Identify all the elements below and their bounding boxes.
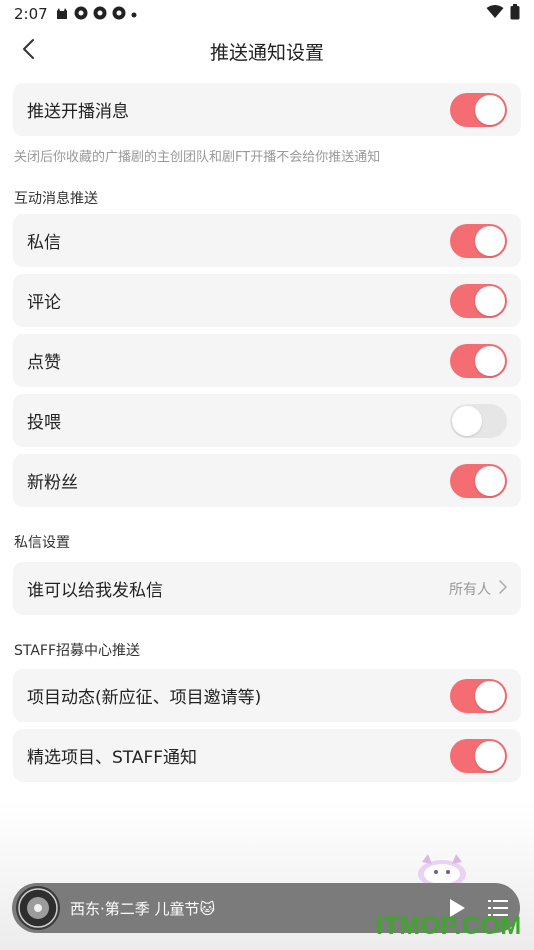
staff-label-featured: 精选项目、STAFF通知 (27, 748, 198, 768)
project-updates-toggle[interactable] (450, 678, 507, 713)
album-disc-icon[interactable] (16, 886, 60, 930)
feed-toggle[interactable] (450, 403, 507, 438)
toggle-knob (475, 465, 505, 496)
interaction-row-comment: 评论 (13, 274, 521, 327)
staff-label-project-updates: 项目动态(新应征、项目邀请等) (27, 688, 262, 708)
interaction-label-new-fans: 新粉丝 (27, 473, 78, 493)
toggle-knob (475, 345, 505, 376)
interaction-label-comment: 评论 (27, 293, 61, 313)
chevron-right-icon (499, 579, 507, 598)
camera-shutter-icon (112, 6, 126, 23)
cat-icon (55, 6, 69, 23)
live-push-label: 推送开播消息 (27, 102, 129, 122)
player-title-emoji: 🐱 (199, 899, 216, 918)
interaction-row-dm: 私信 (13, 214, 521, 267)
featured-toggle[interactable] (450, 738, 507, 773)
like-toggle[interactable] (450, 343, 507, 378)
back-button[interactable] (8, 32, 48, 70)
page-title: 推送通知设置 (209, 41, 324, 64)
toggle-knob (475, 680, 505, 711)
toggle-knob (475, 225, 505, 256)
live-push-row: 推送开播消息 (13, 83, 521, 136)
dm-toggle[interactable] (450, 223, 507, 258)
toggle-knob (475, 740, 505, 771)
dm-permission-label: 谁可以给我发私信 (27, 581, 163, 601)
interaction-section-title: 互动消息推送 (14, 191, 98, 207)
interaction-row-new-fans: 新粉丝 (13, 454, 521, 507)
dot-icon (131, 8, 137, 21)
watermark-logo: ITMOP.COM (376, 912, 522, 940)
interaction-label-like: 点赞 (27, 353, 61, 373)
interaction-row-like: 点赞 (13, 334, 521, 387)
interaction-label-feed: 投喂 (27, 413, 61, 433)
chevron-left-icon (21, 38, 35, 64)
camera-shutter-icon (74, 6, 88, 23)
interaction-label-dm: 私信 (27, 233, 61, 253)
wifi-icon (486, 5, 504, 23)
dm-permission-value: 所有人 (449, 581, 491, 598)
dm-settings-section-title: 私信设置 (14, 535, 70, 551)
camera-shutter-icon (93, 6, 107, 23)
staff-section-title: STAFF招募中心推送 (14, 643, 141, 659)
player-title-text: 西东·第二季 儿童节 (70, 899, 200, 918)
battery-icon (510, 4, 520, 24)
comment-toggle[interactable] (450, 283, 507, 318)
new-fans-toggle[interactable] (450, 463, 507, 498)
dm-permission-value-group: 所有人 (449, 579, 507, 599)
staff-row-featured: 精选项目、STAFF通知 (13, 729, 521, 782)
interaction-row-feed: 投喂 (13, 394, 521, 447)
live-push-toggle[interactable] (450, 92, 507, 127)
live-push-hint: 关闭后你收藏的广播剧的主创团队和剧FT开播不会给你推送通知 (14, 150, 381, 165)
staff-row-project-updates: 项目动态(新应征、项目邀请等) (13, 669, 521, 722)
player-track-title: 西东·第二季 儿童节🐱 (70, 898, 215, 919)
status-bar: 2:07 (0, 0, 534, 28)
toggle-knob (475, 94, 505, 125)
dm-permission-row[interactable]: 谁可以给我发私信 所有人 (13, 562, 521, 615)
toggle-knob (452, 405, 482, 436)
header: 推送通知设置 (0, 28, 534, 74)
status-time: 2:07 (14, 5, 48, 23)
toggle-knob (475, 285, 505, 316)
